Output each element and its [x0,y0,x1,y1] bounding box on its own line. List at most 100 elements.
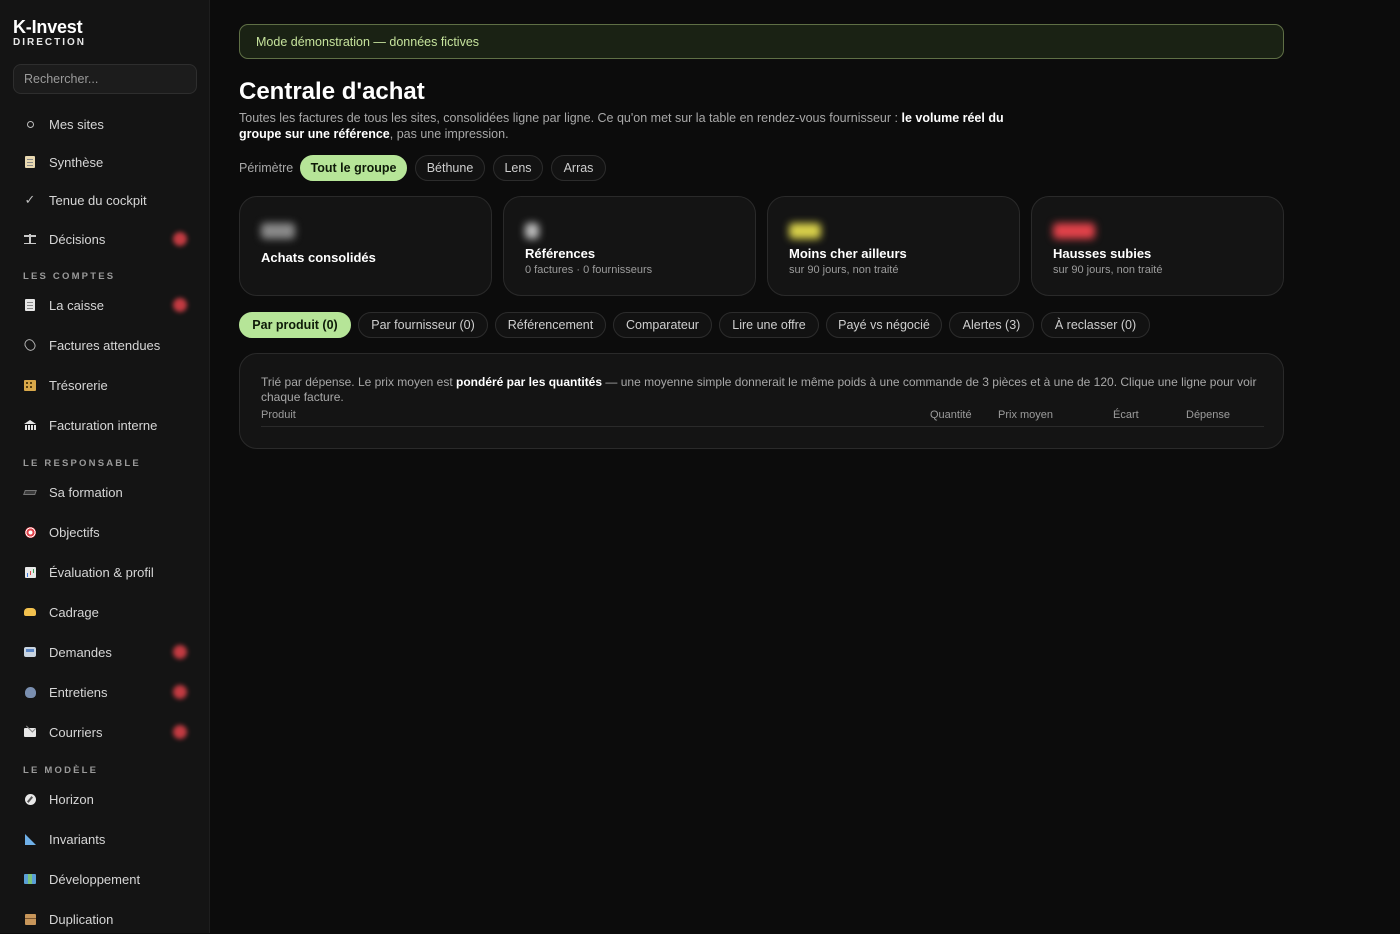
sidebar-item-developpement[interactable]: Développement [13,864,197,894]
sidebar-item-label: Duplication [49,911,114,927]
notification-badge [173,725,187,739]
brand-logo[interactable]: K-Invest DIRECTION [13,18,86,49]
tab-lire-une-offre[interactable]: Lire une offre [719,312,819,338]
kpi-subtext: sur 90 jours, non traité [1053,264,1163,276]
column-header-quantite[interactable]: Quantité [930,409,972,421]
clipboard-icon [22,154,38,170]
note-emphasis: pondéré par les quantités [456,375,603,389]
sidebar-item-demandes[interactable]: Demandes [13,637,197,667]
description-text-end: , pas une impression. [389,126,509,141]
notification-badge [173,645,187,659]
sidebar-item-label: Évaluation & profil [49,564,154,580]
tab-referencement[interactable]: Référencement [495,312,606,338]
perimetre-option-arras[interactable]: Arras [551,155,606,181]
column-header-ecart[interactable]: Écart [1113,409,1139,421]
receipt-icon [22,297,38,313]
sidebar-item-label: Décisions [49,231,106,247]
scale-icon [22,231,38,247]
kpi-card-achats-consolides: Achats consolidés [239,196,492,296]
kpi-value-redacted [261,223,295,239]
inbox-tray-icon [22,644,38,660]
kpi-value-redacted [525,223,539,239]
note-text: Trié par dépense. Le prix moyen est [261,375,456,389]
perimetre-option-bethune[interactable]: Béthune [415,155,485,181]
tab-alertes[interactable]: Alertes (3) [949,312,1034,338]
tab-comparateur[interactable]: Comparateur [613,312,712,338]
speaking-head-icon [22,684,38,700]
sidebar-item-label: Demandes [49,644,112,660]
sidebar-item-label: Mes sites [49,116,104,132]
kpi-value-redacted [789,223,821,239]
sidebar-item-label: Horizon [49,791,94,807]
sidebar-item-tresorerie[interactable]: Trésorerie [13,370,197,400]
sidebar-item-label: Courriers [49,724,103,740]
table-header-divider [261,426,1264,427]
sidebar-item-label: Objectifs [49,524,100,540]
column-header-prix-moyen[interactable]: Prix moyen [998,409,1053,421]
tab-a-reclasser[interactable]: À reclasser (0) [1041,312,1150,338]
demo-mode-banner: Mode démonstration — données fictives [239,24,1284,59]
building-icon [22,377,38,393]
kpi-card-hausses-subies: Hausses subies sur 90 jours, non traité [1031,196,1284,296]
column-header-produit[interactable]: Produit [261,409,296,421]
sidebar-item-label: La caisse [49,297,104,313]
package-icon [22,911,38,927]
graduation-cap-icon [22,484,38,500]
kpi-card-moins-cher-ailleurs: Moins cher ailleurs sur 90 jours, non tr… [767,196,1020,296]
sidebar-item-facturation-interne[interactable]: Facturation interne [13,410,197,440]
sidebar-item-synthese[interactable]: Synthèse [13,147,197,177]
sidebar-item-label: Factures attendues [49,337,161,353]
notification-badge [173,298,187,312]
column-header-depense[interactable]: Dépense [1186,409,1230,421]
sidebar-item-entretiens[interactable]: Entretiens [13,677,197,707]
perimetre-option-tout-le-groupe[interactable]: Tout le groupe [300,155,407,181]
circle-icon [22,116,38,132]
notification-badge [173,232,187,246]
sidebar-item-decisions[interactable]: Décisions [13,224,197,254]
sidebar-item-sa-formation[interactable]: Sa formation [13,477,197,507]
sidebar-item-duplication[interactable]: Duplication [13,904,197,934]
target-icon [22,524,38,540]
brand-name: K-Invest [13,17,83,37]
sidebar: K-Invest DIRECTION Mes sites Synthèse ✓ … [0,0,210,933]
products-table-card: Trié par dépense. Le prix moyen est pond… [239,353,1284,449]
kpi-subtext: sur 90 jours, non traité [789,264,899,276]
search-input[interactable] [13,64,197,94]
banner-text: Mode démonstration — données fictives [256,34,480,49]
description-text: Toutes les factures de tous les sites, c… [239,111,902,125]
page-title: Centrale d'achat [239,78,425,105]
sidebar-item-cadrage[interactable]: Cadrage [13,597,197,627]
perimetre-option-lens[interactable]: Lens [493,155,543,181]
sidebar-item-evaluation-profil[interactable]: Évaluation & profil [13,557,197,587]
sidebar-item-factures-attendues[interactable]: Factures attendues [13,330,197,360]
sidebar-item-courriers[interactable]: Courriers [13,717,197,747]
notification-badge [173,685,187,699]
sidebar-item-objectifs[interactable]: Objectifs [13,517,197,547]
kpi-label: Achats consolidés [261,250,376,265]
kpi-label: Hausses subies [1053,246,1152,261]
tab-paye-vs-negocie[interactable]: Payé vs négocié [826,312,942,338]
perimetre-label: Périmètre [239,161,294,175]
bar-chart-icon [22,564,38,580]
tab-par-fournisseur[interactable]: Par fournisseur (0) [358,312,488,338]
bank-icon [22,417,38,433]
tab-par-produit[interactable]: Par produit (0) [239,312,351,338]
sidebar-item-horizon[interactable]: Horizon [13,784,197,814]
kpi-label: Moins cher ailleurs [789,246,907,261]
envelope-icon [22,724,38,740]
handshake-icon [22,604,38,620]
section-heading-le-responsable: LE RESPONSABLE [23,458,141,469]
sidebar-item-label: Trésorerie [49,377,108,393]
sidebar-item-label: Synthèse [49,154,104,170]
sidebar-item-tenue-du-cockpit[interactable]: ✓ Tenue du cockpit [13,185,197,215]
section-heading-le-modele: LE MODÈLE [23,765,99,776]
ruler-icon [22,831,38,847]
paperclip-icon [22,337,38,353]
sidebar-item-label: Invariants [49,831,106,847]
sidebar-item-label: Entretiens [49,684,108,700]
check-icon: ✓ [24,192,36,207]
sidebar-item-mes-sites[interactable]: Mes sites [13,109,197,139]
sidebar-item-la-caisse[interactable]: La caisse [13,290,197,320]
sidebar-item-invariants[interactable]: Invariants [13,824,197,854]
kpi-value-redacted [1053,223,1095,239]
